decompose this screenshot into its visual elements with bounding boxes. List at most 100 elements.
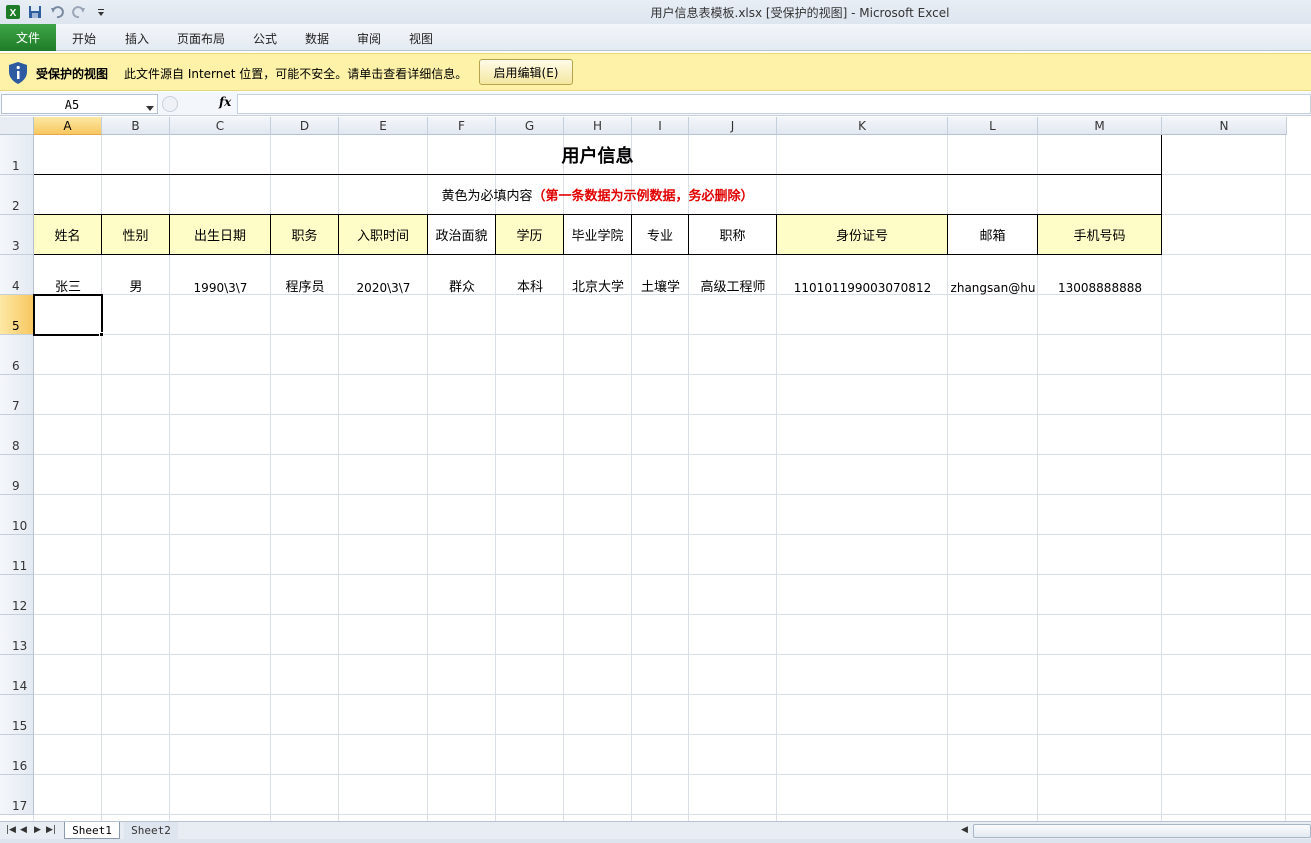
sheet-tab-sheet2[interactable]: Sheet2 [124, 822, 178, 839]
example-data-cell[interactable]: 北京大学 [564, 255, 632, 295]
header-cell[interactable]: 邮箱 [948, 215, 1038, 255]
window-title: 用户信息表模板.xlsx [受保护的视图] - Microsoft Excel [650, 6, 950, 20]
row-number: 4 [12, 279, 20, 293]
example-data-cell[interactable]: zhangsan@hu [948, 255, 1038, 295]
insert-function-icon[interactable]: fx [219, 95, 231, 109]
tab-home[interactable]: 开始 [72, 30, 96, 47]
gridline-horizontal [34, 734, 1311, 735]
example-data-cell[interactable]: 13008888888 [1038, 255, 1162, 295]
example-data-cell[interactable]: 本科 [496, 255, 564, 295]
column-header-k[interactable]: K [777, 117, 948, 135]
tab-page-layout[interactable]: 页面布局 [177, 30, 225, 47]
header-cell[interactable]: 职务 [271, 215, 339, 255]
protected-view-message[interactable]: 此文件源自 Internet 位置，可能不安全。请单击查看详细信息。 [124, 65, 467, 82]
row-header-16[interactable]: 16 [0, 735, 34, 775]
row-number: 12 [12, 599, 28, 613]
horizontal-scroll-thumb[interactable] [973, 824, 1311, 838]
last-sheet-icon[interactable]: ▶| [46, 825, 56, 835]
row-header-2[interactable]: 2 [0, 175, 34, 215]
column-header-e[interactable]: E [339, 117, 428, 135]
column-header-j[interactable]: J [689, 117, 777, 135]
row-header-3[interactable]: 3 [0, 215, 34, 255]
column-header-b[interactable]: B [102, 117, 170, 135]
row-number: 10 [12, 519, 28, 533]
formula-bar: A5 fx [0, 92, 1311, 116]
row-header-11[interactable]: 11 [0, 535, 34, 575]
sheet-subtitle-cell[interactable]: 黄色为必填内容 （第一条数据为示例数据，务必删除） [34, 175, 1162, 215]
row-header-10[interactable]: 10 [0, 495, 34, 535]
select-all-corner[interactable] [0, 117, 34, 135]
chevron-down-icon[interactable] [146, 101, 154, 115]
column-header-c[interactable]: C [170, 117, 271, 135]
formula-bar-resize-handle[interactable] [162, 96, 178, 112]
row-header-17[interactable]: 17 [0, 775, 34, 815]
horizontal-scrollbar[interactable]: ◀ [949, 824, 1311, 838]
example-data-cell[interactable]: 张三 [34, 255, 102, 295]
header-cell[interactable]: 专业 [632, 215, 689, 255]
tab-formulas[interactable]: 公式 [253, 30, 277, 47]
first-sheet-icon[interactable]: |◀ [6, 825, 16, 835]
row-header-5[interactable]: 5 [0, 295, 34, 335]
example-data-cell[interactable]: 1990\3\7 [170, 255, 271, 295]
next-sheet-icon[interactable]: ▶ [34, 825, 41, 835]
row-header-9[interactable]: 9 [0, 455, 34, 495]
example-data-cell[interactable]: 群众 [428, 255, 496, 295]
column-header-a[interactable]: A [34, 117, 102, 135]
row-header-8[interactable]: 8 [0, 415, 34, 455]
row-header-12[interactable]: 12 [0, 575, 34, 615]
tab-insert[interactable]: 插入 [125, 30, 149, 47]
sheet-tab-sheet1[interactable]: Sheet1 [64, 822, 120, 839]
row-header-4[interactable]: 4 [0, 255, 34, 295]
column-header-i[interactable]: I [632, 117, 689, 135]
header-cell[interactable]: 性别 [102, 215, 170, 255]
header-cell[interactable]: 政治面貌 [428, 215, 496, 255]
tab-view[interactable]: 视图 [409, 30, 433, 47]
tab-file[interactable]: 文件 [0, 24, 56, 51]
row-header-6[interactable]: 6 [0, 335, 34, 375]
example-data-cell[interactable]: 2020\3\7 [339, 255, 428, 295]
row-header-13[interactable]: 13 [0, 615, 34, 655]
example-data-cell[interactable]: 程序员 [271, 255, 339, 295]
example-data-cell[interactable]: 土壤学 [632, 255, 689, 295]
worksheet-grid[interactable]: 用户信息 黄色为必填内容 （第一条数据为示例数据，务必删除） ABCDEFGHIJ… [0, 117, 1311, 821]
row-header-7[interactable]: 7 [0, 375, 34, 415]
column-header-h[interactable]: H [564, 117, 632, 135]
row-number: 7 [12, 399, 20, 413]
example-data-cell[interactable]: 男 [102, 255, 170, 295]
header-cell[interactable]: 身份证号 [777, 215, 948, 255]
column-header-d[interactable]: D [271, 117, 339, 135]
gridline-horizontal [34, 534, 1311, 535]
header-cell[interactable]: 学历 [496, 215, 564, 255]
prev-sheet-icon[interactable]: ◀ [20, 825, 27, 835]
header-cell[interactable]: 入职时间 [339, 215, 428, 255]
active-cell-a5[interactable] [33, 294, 103, 336]
scroll-left-icon[interactable]: ◀ [961, 825, 968, 835]
gridline-horizontal [34, 694, 1311, 695]
header-cell[interactable]: 手机号码 [1038, 215, 1162, 255]
subtitle-required-text: 黄色为必填内容 [441, 189, 533, 204]
row-number: 5 [12, 319, 20, 333]
row-header-15[interactable]: 15 [0, 695, 34, 735]
column-header-m[interactable]: M [1038, 117, 1162, 135]
header-cell[interactable]: 毕业学院 [564, 215, 632, 255]
title-bar: X 用户信息表模板.xlsx [受保护的视图] - Microsoft Exce… [0, 0, 1311, 24]
tab-data[interactable]: 数据 [305, 30, 329, 47]
column-header-l[interactable]: L [948, 117, 1038, 135]
column-header-g[interactable]: G [496, 117, 564, 135]
name-box[interactable]: A5 [1, 94, 158, 114]
fill-handle[interactable] [99, 332, 104, 337]
column-header-f[interactable]: F [428, 117, 496, 135]
sheet-title-cell[interactable]: 用户信息 [34, 135, 1162, 175]
example-data-cell[interactable]: 110101199003070812 [777, 255, 948, 295]
enable-editing-button[interactable]: 启用编辑(E) [479, 59, 573, 85]
formula-input[interactable] [237, 94, 1311, 114]
tab-review[interactable]: 审阅 [357, 30, 381, 47]
row-header-14[interactable]: 14 [0, 655, 34, 695]
example-data-cell[interactable]: 高级工程师 [689, 255, 777, 295]
header-cell[interactable]: 出生日期 [170, 215, 271, 255]
header-cell[interactable]: 姓名 [34, 215, 102, 255]
column-header-n[interactable]: N [1162, 117, 1287, 135]
row-number: 2 [12, 199, 20, 213]
row-header-1[interactable]: 1 [0, 135, 34, 175]
header-cell[interactable]: 职称 [689, 215, 777, 255]
